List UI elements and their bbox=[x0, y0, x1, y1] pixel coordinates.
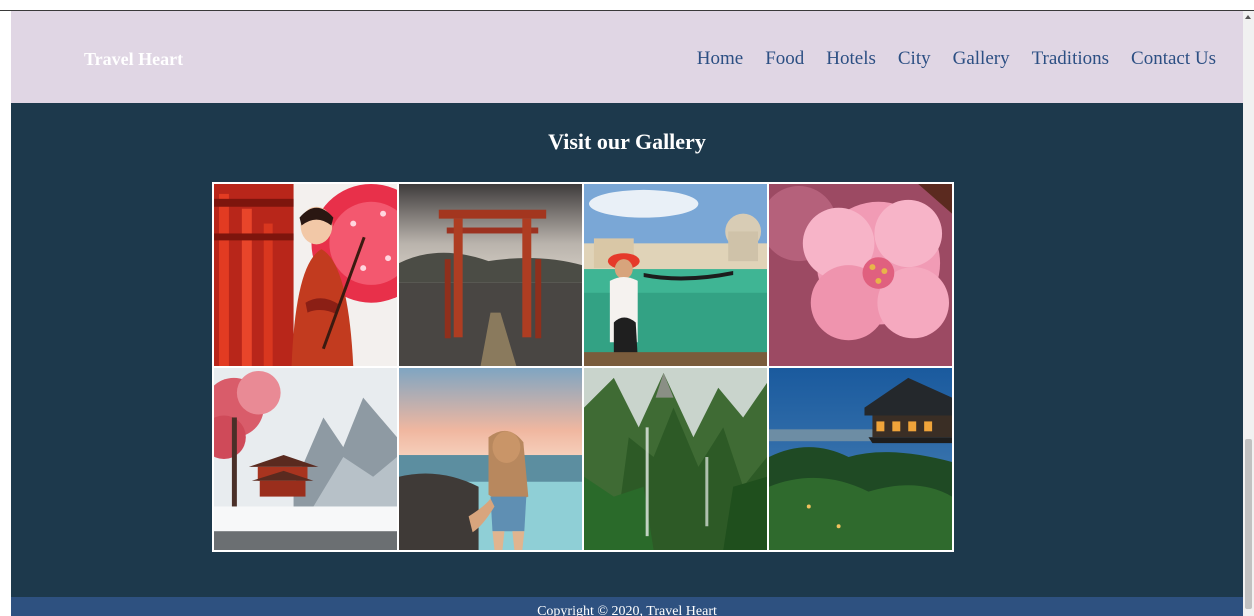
nav-link-hotels[interactable]: Hotels bbox=[826, 48, 876, 70]
nav-link-city[interactable]: City bbox=[898, 48, 931, 70]
photo-woman-parasol-image bbox=[214, 184, 397, 366]
site-header: Travel Heart Home Food Hotels City Galle… bbox=[11, 11, 1243, 103]
gallery-photo-pink-blossom[interactable] bbox=[769, 184, 952, 366]
photo-blossom-image bbox=[769, 184, 952, 366]
page-scrollbar[interactable] bbox=[1243, 11, 1254, 616]
gallery-grid bbox=[212, 182, 954, 552]
nav-link-gallery[interactable]: Gallery bbox=[953, 48, 1010, 70]
photo-beach-image bbox=[399, 368, 582, 550]
site-footer: Copyright © 2020, Travel Heart bbox=[11, 597, 1243, 616]
scrollbar-thumb[interactable] bbox=[1245, 439, 1252, 609]
photo-venice-image bbox=[584, 184, 767, 366]
gallery-photo-green-mountains[interactable] bbox=[584, 368, 767, 550]
gallery-photo-venice-gondola[interactable] bbox=[584, 184, 767, 366]
gallery-photo-woman-with-red-parasol[interactable] bbox=[214, 184, 397, 366]
gallery-photo-winter-pagoda[interactable] bbox=[214, 368, 397, 550]
photo-temple-image bbox=[769, 368, 952, 550]
nav-link-food[interactable]: Food bbox=[765, 48, 804, 70]
nav-link-home[interactable]: Home bbox=[697, 48, 743, 70]
gallery-photo-torii-gate-in-water[interactable] bbox=[399, 184, 582, 366]
gallery-photo-beach-girl[interactable] bbox=[399, 368, 582, 550]
gallery-section: Visit our Gallery bbox=[11, 103, 1243, 597]
scroll-up-arrow-icon[interactable] bbox=[1245, 15, 1251, 19]
brand-logo-text[interactable]: Travel Heart bbox=[84, 49, 183, 70]
main-nav: Home Food Hotels City Gallery Traditions… bbox=[697, 48, 1216, 70]
nav-link-traditions[interactable]: Traditions bbox=[1032, 48, 1109, 70]
photo-mountains-image bbox=[584, 368, 767, 550]
copyright-text: Copyright © 2020, Travel Heart bbox=[537, 604, 717, 616]
gallery-title: Visit our Gallery bbox=[548, 129, 706, 154]
photo-winter-image bbox=[214, 368, 397, 550]
gallery-photo-temple-at-night[interactable] bbox=[769, 368, 952, 550]
photo-torii-image bbox=[399, 184, 582, 366]
nav-link-contact-us[interactable]: Contact Us bbox=[1131, 48, 1216, 70]
page: Travel Heart Home Food Hotels City Galle… bbox=[11, 11, 1243, 616]
